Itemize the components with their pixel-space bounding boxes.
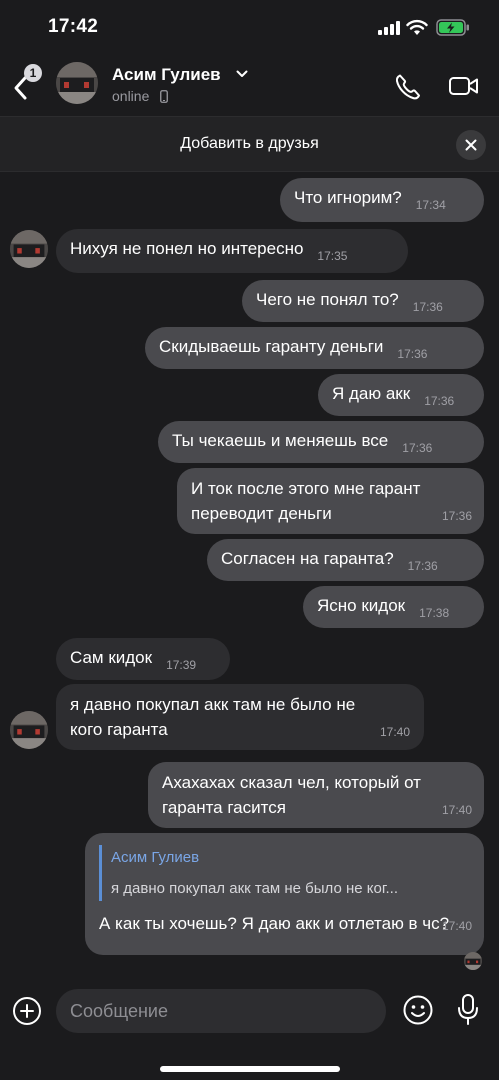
attach-plus-icon[interactable] [12,996,42,1026]
avatar-image [56,62,98,104]
phone-call-icon[interactable] [393,72,423,102]
message-bubble-outgoing[interactable]: Ты чекаешь и меняешь все 17:36 [158,421,484,463]
message-bubble-outgoing[interactable]: Что игнорим? 17:34 [280,178,484,222]
message-bubble-incoming[interactable]: Сам кидок 17:39 [56,638,230,680]
message-bubble-outgoing[interactable]: И ток после этого мне гарант переводит д… [177,468,484,534]
sender-avatar[interactable] [10,230,48,268]
message-text: Ты чекаешь и меняешь все [172,431,389,450]
message-text: Ясно кидок [317,596,406,615]
message-text: Согласен на гаранта? [221,549,394,568]
reply-text: я давно покупал акк там не было не ког..… [111,880,398,897]
status-bar: 17:42 [0,0,499,56]
close-banner-button[interactable] [456,130,486,160]
message-input[interactable] [56,989,386,1033]
reply-quote[interactable]: Асим Гулиев я давно покупал акк там не б… [99,845,472,901]
unread-badge: 1 [24,64,42,82]
message-time: 17:36 [397,347,428,361]
read-receipt-avatar [464,952,482,970]
message-text: Сам кидок [70,648,153,667]
message-list[interactable]: Что игнорим? 17:34 Нихуя не понел но инте… [0,172,499,982]
home-indicator [160,1066,340,1072]
emoji-icon[interactable] [402,994,434,1026]
contact-name[interactable]: Асим Гулиев [112,65,221,85]
message-time: 17:36 [402,441,433,455]
message-bubble-outgoing[interactable]: Скидываешь гаранту деньги 17:36 [145,327,484,369]
status-time: 17:42 [48,16,99,37]
chevron-down-icon[interactable] [236,70,248,78]
close-icon [465,139,477,151]
video-call-icon[interactable] [448,74,480,98]
message-bubble-incoming[interactable]: я давно покупал акк там не было не кого … [56,684,424,750]
cellular-signal-icon [378,21,400,35]
message-text: А как ты хочешь? Я даю акк и отлетаю в ч… [99,914,450,933]
message-bubble-outgoing[interactable]: Ахахахах сказал чел, который от гаранта … [148,762,484,828]
wifi-icon [406,19,428,35]
message-text: Скидываешь гаранту деньги [159,337,384,356]
add-friend-button[interactable]: Добавить в друзья [0,135,499,153]
message-time: 17:36 [407,559,438,573]
message-text: Что игнорим? [294,188,402,207]
message-bubble-outgoing[interactable]: Ясно кидок 17:38 [303,586,484,628]
avatar-image [10,230,48,268]
message-bubble-outgoing[interactable]: Асим Гулиев я давно покупал акк там не б… [85,833,484,955]
message-time: 17:34 [415,198,446,212]
message-time: 17:36 [412,300,443,314]
message-bubble-incoming[interactable]: Нихуя не понел но интересно 17:35 [56,229,408,273]
microphone-icon[interactable] [456,993,480,1027]
message-time: 17:35 [317,249,348,263]
message-bubble-outgoing[interactable]: Согласен на гаранта? 17:36 [207,539,484,581]
reply-author: Асим Гулиев [111,849,200,866]
message-bubble-outgoing[interactable]: Чего не понял то? 17:36 [242,280,484,322]
battery-charging-icon [436,19,469,36]
sender-avatar[interactable] [10,711,48,749]
message-text: Чего не понял то? [256,290,399,309]
message-bubble-outgoing[interactable]: Я даю акк 17:36 [318,374,484,416]
mobile-device-icon [160,90,168,103]
message-time: 17:39 [166,658,197,672]
add-friend-banner: Добавить в друзья [0,116,499,172]
message-time: 17:36 [424,394,455,408]
contact-avatar[interactable] [56,62,98,104]
message-text: Нихуя не понел но интересно [70,239,304,258]
message-time: 17:38 [419,606,450,620]
message-composer [0,982,499,1080]
chat-header: 1 Асим Гулиев online [0,56,499,116]
avatar-image [464,952,482,970]
message-text: Я даю акк [332,384,411,403]
contact-status: online [112,88,150,104]
avatar-image [10,711,48,749]
